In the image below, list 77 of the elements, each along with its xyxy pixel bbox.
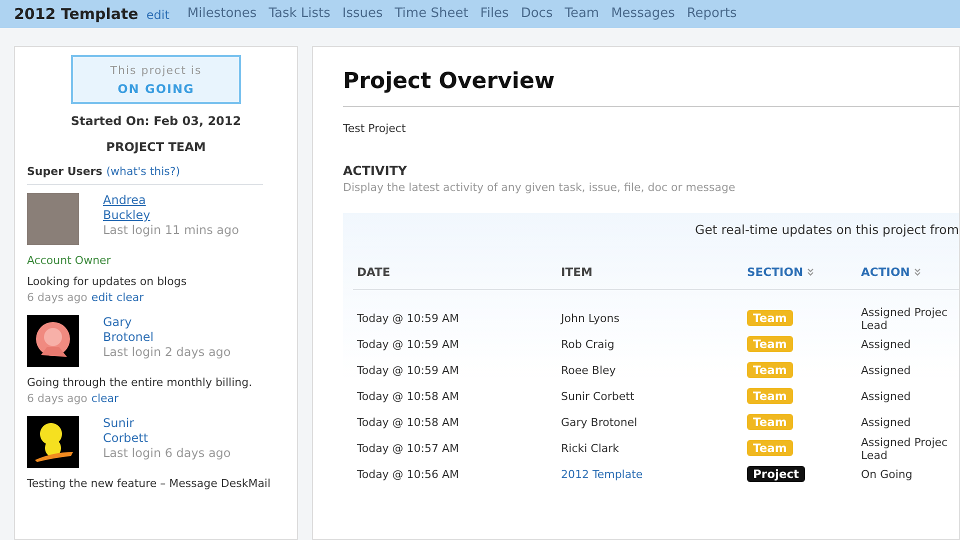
status-message: Testing the new feature – Message DeskMail — [27, 476, 272, 492]
nav-link[interactable]: Task Lists — [268, 4, 330, 24]
date-cell-text: Today @ 10:59 AM — [357, 336, 460, 352]
column-header: DATE — [357, 264, 390, 280]
message-action-link[interactable]: edit — [91, 290, 113, 306]
user-last-name[interactable]: Buckley — [103, 208, 239, 223]
date-cell-text: Today @ 10:59 AM — [357, 362, 460, 378]
status-label: This project is — [109, 63, 203, 79]
date-cell-text: Today @ 10:58 AM — [357, 388, 460, 404]
column-header[interactable]: SECTION — [747, 264, 804, 281]
last-login: Last login 2 days ago — [103, 344, 231, 360]
team-heading: PROJECT TEAM — [105, 138, 207, 156]
help-link[interactable]: (what's this?) — [106, 164, 180, 180]
nav-link[interactable]: Docs — [520, 4, 553, 24]
item-cell-text: Gary Brotonel — [561, 414, 638, 430]
section-tag: Team — [747, 336, 793, 352]
last-login: Last login 6 days ago — [103, 446, 231, 460]
date-cell-text: Today @ 10:58 AM — [357, 414, 460, 430]
item-cell-text: John Lyons — [561, 310, 620, 326]
status-message: Looking for updates on blogs — [27, 274, 188, 290]
item-cell-text: Roee Bley — [561, 362, 617, 378]
last-login: Last login 11 mins ago — [103, 223, 239, 238]
item-cell-text: Ricki Clark — [561, 440, 620, 456]
nav-link[interactable]: Files — [480, 4, 509, 24]
updates-text: Get real-time updates on this project from — [695, 222, 959, 237]
action-cell-text: Assigned Projec Lead — [861, 436, 949, 462]
date-cell-text: Today @ 10:59 AM — [357, 310, 460, 326]
nav-link[interactable]: Messages — [611, 4, 675, 24]
super-users-label: Super Users — [27, 164, 102, 180]
action-cell-text: Assigned — [861, 338, 912, 352]
date-cell-text: Today @ 10:57 AM — [357, 440, 460, 456]
item-cell-text: Sunir Corbett — [561, 388, 636, 404]
sort-icon[interactable] — [914, 268, 921, 276]
project-description: Test Project — [343, 121, 407, 137]
date-cell-text: Today @ 10:56 AM — [357, 466, 460, 482]
action-cell-text: Assigned — [861, 416, 912, 430]
status-message: Going through the entire monthly billing. — [27, 374, 254, 390]
user-first-name[interactable]: Andrea — [103, 193, 239, 208]
section-tag: Team — [747, 414, 793, 430]
sort-icon[interactable] — [807, 268, 814, 276]
user-last-name[interactable]: Corbett — [103, 430, 231, 446]
page-title: Project Overview — [343, 65, 959, 107]
section-tag: Team — [747, 440, 793, 456]
section-tag: Team — [747, 362, 793, 378]
nav-link[interactable]: Milestones — [187, 4, 257, 24]
section-tag: Team — [747, 388, 793, 404]
action-cell-text: Assigned — [861, 364, 912, 378]
message-action-link[interactable]: clear — [91, 391, 119, 408]
nav-link[interactable]: Issues — [342, 4, 383, 24]
nav-link[interactable]: Team — [564, 4, 600, 24]
status-value: ON GOING — [116, 80, 196, 98]
message-age: 6 days ago — [27, 290, 88, 306]
rose-avatar-icon — [27, 314, 79, 366]
column-header: ITEM — [561, 264, 592, 280]
action-cell-text: Assigned Projec Lead — [861, 306, 949, 332]
nav-link[interactable]: Time Sheet — [394, 4, 468, 24]
item-link[interactable]: 2012 Template — [561, 466, 747, 483]
section-tag: Project — [747, 466, 806, 482]
photo-placeholder — [27, 193, 79, 245]
action-cell-text: On Going — [861, 468, 914, 482]
message-age: 6 days ago — [27, 391, 88, 407]
project-title: 2012 Template — [14, 4, 138, 25]
user-first-name[interactable]: Sunir — [103, 416, 231, 430]
nav-link[interactable]: Reports — [686, 4, 737, 24]
section-tag: Team — [747, 310, 793, 326]
user-first-name[interactable]: Gary — [103, 314, 231, 330]
column-header[interactable]: ACTION — [861, 264, 910, 281]
start-date: Started On: Feb 03, 2012 — [70, 112, 242, 130]
edit-link[interactable]: edit — [146, 6, 170, 24]
message-action-link[interactable]: clear — [116, 290, 144, 306]
action-cell-text: Assigned — [861, 390, 912, 404]
bird-avatar-icon — [27, 416, 79, 468]
activity-heading: ACTIVITY — [343, 162, 408, 180]
activity-hint: Display the latest activity of any given task, issue, file, doc or message — [343, 180, 736, 196]
user-last-name[interactable]: Brotonel — [103, 330, 231, 344]
role-label: Account Owner — [27, 253, 112, 269]
item-cell-text: Rob Craig — [561, 336, 616, 352]
